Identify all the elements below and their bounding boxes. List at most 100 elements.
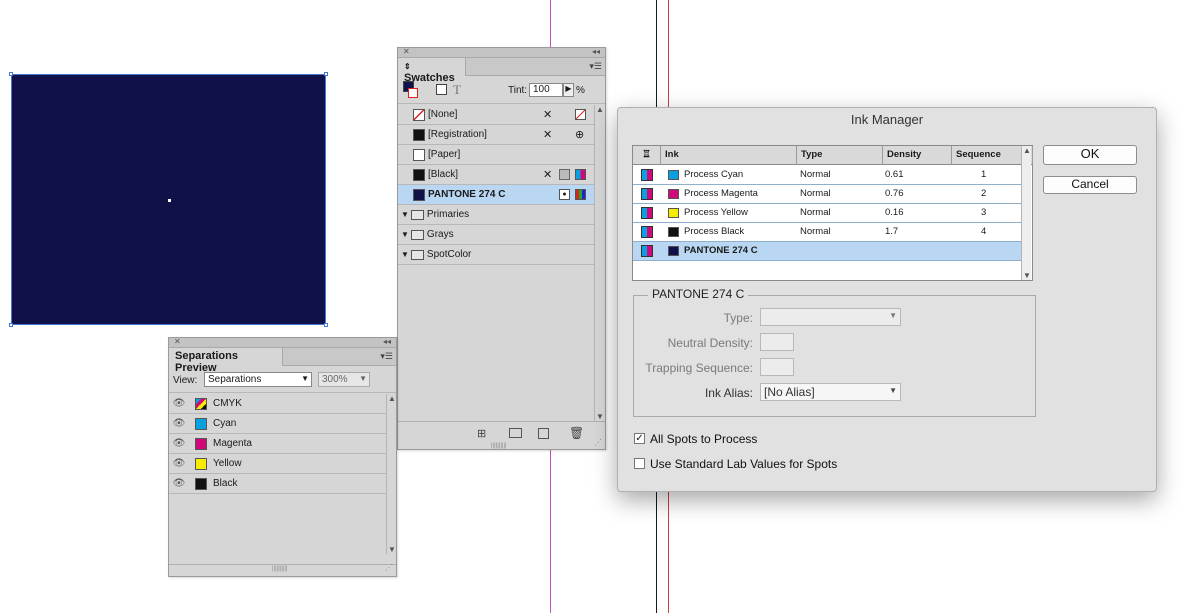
ink-row-process-cyan[interactable]: Process Cyan Normal 0.61 1 — [633, 166, 1021, 185]
separations-scrollbar[interactable]: ▲ ▼ — [386, 394, 396, 554]
panel-menu-icon[interactable]: ▾☰ — [380, 351, 393, 362]
new-color-group-icon[interactable] — [509, 428, 522, 438]
selected-rectangle[interactable] — [9, 72, 328, 327]
sep-row-yellow[interactable]: 👁 Yellow — [169, 454, 386, 474]
not-editable-icon: ✕ — [543, 169, 553, 181]
sep-row-cyan[interactable]: 👁 Cyan — [169, 414, 386, 434]
tint-arrow-icon[interactable]: ▶ — [563, 83, 574, 97]
eye-icon[interactable]: 👁 — [169, 438, 189, 449]
type-select[interactable]: ▼ — [760, 308, 901, 326]
process-color-icon — [559, 169, 570, 180]
eye-icon[interactable]: 👁 — [169, 458, 189, 469]
lab-values-checkbox[interactable] — [634, 458, 645, 469]
ink-row-process-black[interactable]: Process Black Normal 1.7 4 — [633, 223, 1021, 242]
swatch-row-none[interactable]: [None] ✕ — [398, 105, 595, 125]
registration-swatch-icon — [413, 128, 425, 141]
eye-icon[interactable]: 👁 — [169, 398, 189, 409]
new-swatch-icon[interactable] — [538, 428, 549, 439]
swatch-group-grays[interactable]: ▼ Grays — [398, 225, 595, 245]
tab-swatches[interactable]: ⇕ Swatches — [398, 58, 466, 84]
process-ink-icon[interactable] — [641, 245, 653, 257]
process-ink-icon — [641, 188, 653, 200]
fill-stroke-icon[interactable] — [403, 81, 419, 99]
all-spots-checkbox[interactable]: ✓ — [634, 433, 645, 444]
disclosure-triangle-icon[interactable]: ▼ — [401, 250, 409, 259]
tab-separations-preview[interactable]: Separations Preview — [169, 348, 283, 374]
container-format-icon[interactable] — [436, 84, 447, 95]
handle-top-left[interactable] — [9, 72, 13, 76]
eye-icon[interactable]: 👁 — [169, 478, 189, 489]
tint-input[interactable]: 100 — [529, 83, 563, 97]
folder-icon — [410, 249, 424, 260]
sep-row-cmyk[interactable]: 👁 CMYK — [169, 394, 386, 414]
column-ink[interactable]: Ink — [661, 146, 797, 165]
ink-alias-select[interactable]: [No Alias] ▼ — [760, 383, 901, 401]
ink-row-process-yellow[interactable]: Process Yellow Normal 0.16 3 — [633, 204, 1021, 223]
neutral-density-label: Neutral Density: — [667, 336, 753, 350]
none-swatch-icon — [413, 108, 425, 121]
ink-row-process-magenta[interactable]: Process Magenta Normal 0.76 2 — [633, 185, 1021, 204]
collapse-icon[interactable]: ◂◂ — [383, 337, 391, 346]
separations-view-bar: View: Separations ▼ 300% ▼ — [169, 368, 396, 393]
panel-grip-icon[interactable]: |||||||||| — [272, 566, 288, 572]
cancel-button[interactable]: Cancel — [1043, 176, 1137, 194]
trapping-sequence-field[interactable] — [760, 358, 794, 376]
swatch-group-spotcolor[interactable]: ▼ SpotColor — [398, 245, 595, 265]
sep-row-black[interactable]: 👁 Black — [169, 474, 386, 494]
swatches-panel-topbar[interactable]: ✕ ◂◂ — [398, 47, 605, 58]
swatch-row-paper[interactable]: [Paper] — [398, 145, 595, 165]
separations-preview-panel: ✕ ◂◂ Separations Preview ▾☰ View: Separa… — [168, 337, 397, 577]
sep-row-magenta[interactable]: 👁 Magenta — [169, 434, 386, 454]
trash-icon[interactable]: 🗑 — [569, 426, 584, 440]
all-spots-label[interactable]: All Spots to Process — [650, 432, 757, 446]
panel-menu-icon[interactable]: ▾☰ — [589, 61, 602, 72]
close-icon[interactable]: ✕ — [174, 337, 181, 346]
scroll-down-icon[interactable]: ▼ — [388, 545, 396, 554]
collapse-icon[interactable]: ◂◂ — [592, 47, 600, 56]
swatch-row-pantone[interactable]: PANTONE 274 C ● — [398, 185, 595, 205]
color-mode-icon — [575, 189, 586, 200]
handle-top-right[interactable] — [324, 72, 328, 76]
chevron-down-icon: ▼ — [301, 374, 309, 383]
scroll-up-icon[interactable]: ▲ — [1023, 146, 1031, 155]
lab-values-label[interactable]: Use Standard Lab Values for Spots — [650, 457, 837, 471]
panel-grip-icon[interactable]: |||||||||| — [491, 443, 507, 449]
cmyk-mode-icon — [575, 169, 586, 180]
disclosure-triangle-icon[interactable]: ▼ — [401, 210, 409, 219]
column-density[interactable]: Density — [883, 146, 952, 165]
swatches-scrollbar[interactable]: ▲ ▼ — [594, 105, 604, 421]
ink-row-pantone-274c[interactable]: PANTONE 274 C — [633, 242, 1021, 261]
scroll-down-icon[interactable]: ▼ — [1023, 271, 1031, 280]
chevron-down-icon: ▼ — [359, 374, 367, 383]
disclosure-triangle-icon[interactable]: ▼ — [401, 230, 409, 239]
handle-bottom-right[interactable] — [324, 323, 328, 327]
neutral-density-field[interactable] — [760, 333, 794, 351]
text-format-icon[interactable]: T — [453, 82, 461, 98]
column-type[interactable]: Type — [797, 146, 883, 165]
view-select[interactable]: Separations ▼ — [204, 372, 312, 387]
paper-swatch-icon — [413, 148, 425, 161]
eye-icon[interactable]: 👁 — [169, 418, 189, 429]
cyan-chip-icon — [668, 170, 679, 180]
swatches-toolbar: T Tint: 100 ▶ % — [398, 78, 605, 104]
scroll-up-icon[interactable]: ▲ — [596, 105, 604, 114]
separations-panel-topbar[interactable]: ✕ ◂◂ — [169, 337, 396, 348]
close-icon[interactable]: ✕ — [403, 47, 410, 56]
ink-table-scrollbar[interactable]: ▲ ▼ — [1021, 146, 1031, 280]
resize-grip-icon[interactable]: ⋰ — [594, 438, 602, 447]
scroll-down-icon[interactable]: ▼ — [596, 412, 604, 421]
show-swatch-kinds-icon[interactable]: ⊞ — [477, 427, 486, 440]
swatch-row-registration[interactable]: [Registration] ✕ ⊕ — [398, 125, 595, 145]
cmyk-chip-icon — [195, 397, 207, 410]
ok-button[interactable]: OK — [1043, 145, 1137, 165]
zoom-select[interactable]: 300% ▼ — [318, 372, 370, 387]
updown-icon: ⇕ — [404, 62, 411, 71]
swatches-panel: ✕ ◂◂ ⇕ Swatches ▾☰ T Tint: 100 ▶ % [None… — [397, 47, 606, 450]
registration-mark-icon: ⊕ — [575, 129, 585, 141]
resize-grip-icon[interactable]: ⋰ — [385, 563, 393, 572]
swatch-group-primaries[interactable]: ▼ Primaries — [398, 205, 595, 225]
scroll-up-icon[interactable]: ▲ — [388, 394, 396, 403]
swatch-row-black[interactable]: [Black] ✕ — [398, 165, 595, 185]
group-title: PANTONE 274 C — [648, 287, 749, 301]
handle-bottom-left[interactable] — [9, 323, 13, 327]
